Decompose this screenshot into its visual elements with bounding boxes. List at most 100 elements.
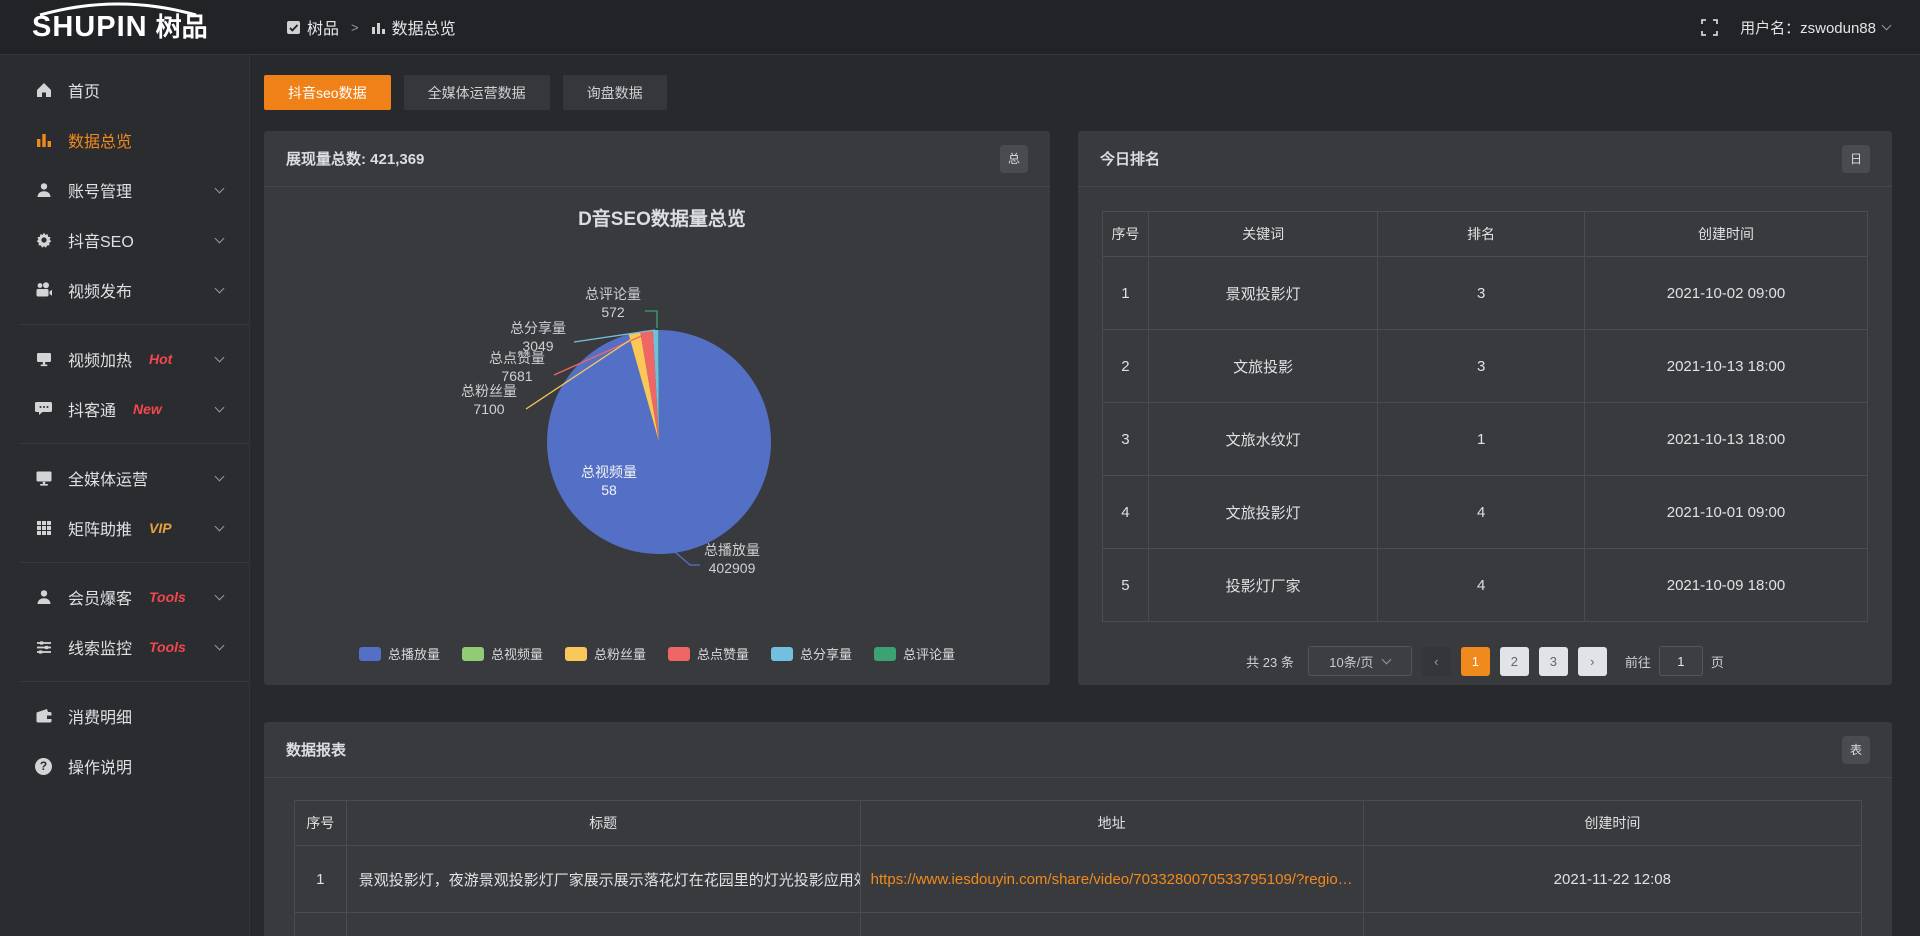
pagination: 共 23 条 10条/页 ‹ 1 2 3 › 前往 页 — [1078, 646, 1892, 676]
chevron-down-icon — [215, 641, 225, 651]
legend-item[interactable]: 总播放量 — [359, 644, 440, 663]
chat-icon — [34, 400, 53, 419]
sidebar-divider — [20, 681, 249, 682]
legend-swatch — [668, 647, 690, 661]
chevron-down-icon — [1882, 21, 1892, 31]
video-title-cell: 景观投影灯，夜游景观投影灯厂家展示展示落花灯在花园里的灯光投影应用效果 # — [346, 846, 860, 913]
day-toggle-badge[interactable]: 日 — [1842, 145, 1870, 173]
goto-suffix: 页 — [1711, 652, 1724, 671]
sidebar-item-member-burst[interactable]: 会员爆客 Tools — [0, 572, 249, 622]
sidebar-item-spend-detail[interactable]: 消费明细 — [0, 691, 249, 741]
chevron-down-icon — [215, 472, 225, 482]
breadcrumb-separator: > — [351, 20, 359, 35]
svg-text:总分享量: 总分享量 — [510, 320, 566, 336]
chevron-down-icon — [215, 284, 225, 294]
sidebar: 首页 数据总览 账号管理 抖音SEO 视频发布 视频加热 Hot 抖客通 New… — [0, 55, 250, 936]
monitor-icon — [34, 469, 53, 488]
hot-badge: Hot — [149, 351, 172, 367]
topbar: SHUPIN 树品 树品 > 数据总览 用户名：zswodun88 — [0, 0, 1920, 55]
next-page-button[interactable]: › — [1578, 647, 1607, 676]
sidebar-item-media-operation[interactable]: 全媒体运营 — [0, 453, 249, 503]
legend-item[interactable]: 总粉丝量 — [565, 644, 646, 663]
sidebar-divider — [20, 562, 249, 563]
overview-panel: 展现量总数: 421,369 总 D音SEO数据量总览总评论量572总分享量30… — [264, 131, 1050, 685]
report-panel: 数据报表 表 序号 标题 地址 创建时间 1 景观投影灯，夜游景观投影灯厂家展示… — [264, 722, 1892, 936]
user-icon — [34, 181, 53, 200]
prev-page-button[interactable]: ‹ — [1422, 647, 1451, 676]
svg-text:总点赞量: 总点赞量 — [489, 350, 545, 366]
goto-page-input[interactable] — [1659, 646, 1703, 676]
chevron-down-icon — [215, 403, 225, 413]
fullscreen-icon[interactable] — [1701, 19, 1718, 36]
page-button-2[interactable]: 2 — [1500, 647, 1529, 676]
page-button-3[interactable]: 3 — [1539, 647, 1568, 676]
sidebar-item-douketong[interactable]: 抖客通 New — [0, 384, 249, 434]
sidebar-item-matrix-boost[interactable]: 矩阵助推 VIP — [0, 503, 249, 553]
chevron-down-icon — [215, 522, 225, 532]
table-row: 5投影灯厂家42021-10-09 18:00 — [1103, 549, 1868, 622]
legend-swatch — [359, 647, 381, 661]
user-menu[interactable]: 用户名：zswodun88 — [1740, 17, 1890, 38]
table-row: 4文旅投影灯42021-10-01 09:00 — [1103, 476, 1868, 549]
svg-text:58: 58 — [601, 482, 617, 498]
wallet-icon — [34, 707, 53, 726]
svg-text:7681: 7681 — [501, 368, 532, 384]
svg-text:7100: 7100 — [473, 401, 504, 417]
sidebar-item-help[interactable]: ? 操作说明 — [0, 741, 249, 791]
legend-swatch — [874, 647, 896, 661]
legend-item[interactable]: 总分享量 — [771, 644, 852, 663]
tab-douyin-seo[interactable]: 抖音seo数据 — [264, 75, 391, 110]
sidebar-item-video-heat[interactable]: 视频加热 Hot — [0, 334, 249, 384]
sidebar-item-account[interactable]: 账号管理 — [0, 165, 249, 215]
svg-text:总粉丝量: 总粉丝量 — [461, 383, 517, 399]
total-toggle-badge[interactable]: 总 — [1000, 145, 1028, 173]
breadcrumb-current[interactable]: 数据总览 — [371, 15, 456, 39]
chart-legend: 总播放量 总视频量 总粉丝量 总点赞量 总分享量 总评论量 — [264, 644, 1050, 663]
table-toggle-badge[interactable]: 表 — [1842, 736, 1870, 764]
legend-swatch — [462, 647, 484, 661]
table-row-partial — [295, 913, 1862, 936]
video-url-cell: https://www.iesdouyin.com/share/video/70… — [860, 846, 1363, 913]
chevron-down-icon — [215, 353, 225, 363]
legend-item[interactable]: 总评论量 — [874, 644, 955, 663]
legend-swatch — [771, 647, 793, 661]
pagination-total: 共 23 条 — [1246, 652, 1294, 671]
table-row: 2文旅投影32021-10-13 18:00 — [1103, 330, 1868, 403]
rank-table-header-row: 序号 关键词 排名 创建时间 — [1103, 212, 1868, 257]
rank-table: 序号 关键词 排名 创建时间 1景观投影灯32021-10-02 09:00 2… — [1102, 211, 1868, 622]
page-button-1[interactable]: 1 — [1461, 647, 1490, 676]
sidebar-item-home[interactable]: 首页 — [0, 65, 249, 115]
page-size-select[interactable]: 10条/页 — [1308, 646, 1412, 676]
sidebar-divider — [20, 443, 249, 444]
bar-chart-icon — [371, 20, 386, 35]
sidebar-item-video-publish[interactable]: 视频发布 — [0, 265, 249, 315]
app-logo[interactable]: SHUPIN 树品 — [0, 13, 250, 42]
chevron-down-icon — [215, 591, 225, 601]
bar-chart-icon — [34, 131, 53, 150]
chevron-down-icon — [1382, 655, 1392, 665]
rank-panel: 今日排名 日 序号 关键词 排名 创建时间 1景观投影灯32021-10-02 … — [1078, 131, 1892, 685]
svg-text:总评论量: 总评论量 — [585, 286, 641, 302]
overview-panel-title: 展现量总数: 421,369 — [286, 148, 424, 169]
breadcrumb-root[interactable]: 树品 — [286, 15, 339, 39]
table-row: 1 景观投影灯，夜游景观投影灯厂家展示展示落花灯在花园里的灯光投影应用效果 # … — [295, 846, 1862, 913]
vip-badge: VIP — [149, 520, 172, 536]
rank-panel-title: 今日排名 — [1100, 148, 1160, 169]
sidebar-item-douyin-seo[interactable]: 抖音SEO — [0, 215, 249, 265]
logo-cjk: 树品 — [156, 14, 208, 41]
table-row: 1景观投影灯32021-10-02 09:00 — [1103, 257, 1868, 330]
sidebar-item-lead-monitor[interactable]: 线索监控 Tools — [0, 622, 249, 672]
svg-text:402909: 402909 — [709, 560, 756, 576]
tab-media-operation[interactable]: 全媒体运营数据 — [404, 75, 550, 110]
svg-text:572: 572 — [601, 304, 625, 320]
sidebar-item-data-overview[interactable]: 数据总览 — [0, 115, 249, 165]
report-panel-title: 数据报表 — [286, 739, 346, 760]
legend-item[interactable]: 总视频量 — [462, 644, 543, 663]
tab-inquiry[interactable]: 询盘数据 — [563, 75, 667, 110]
data-tabs: 抖音seo数据 全媒体运营数据 询盘数据 — [264, 75, 1892, 110]
legend-item[interactable]: 总点赞量 — [668, 644, 749, 663]
member-icon — [34, 588, 53, 607]
sliders-icon — [34, 638, 53, 657]
sidebar-divider — [20, 324, 249, 325]
video-link[interactable]: https://www.iesdouyin.com/share/video/70… — [871, 871, 1353, 888]
